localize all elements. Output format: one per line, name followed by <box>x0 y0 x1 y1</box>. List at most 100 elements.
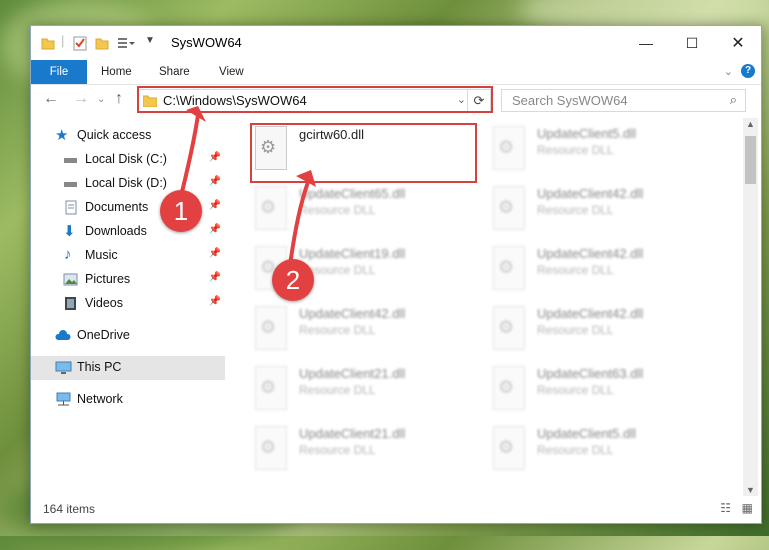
dll-file-icon: ⚙ <box>493 246 525 290</box>
sidebar-item-quick-access[interactable]: ★ Quick access <box>31 124 225 148</box>
tab-share[interactable]: Share <box>159 60 190 84</box>
file-name: UpdateClient21.dll <box>299 366 406 381</box>
tab-file[interactable]: File <box>31 60 87 84</box>
help-icon[interactable]: ? <box>741 64 755 78</box>
pin-icon[interactable]: 📌 <box>209 152 221 163</box>
sidebar-item-pictures[interactable]: Pictures 📌 <box>31 268 225 292</box>
music-icon: ♪ <box>64 246 72 263</box>
scroll-up-icon[interactable]: ▲ <box>746 119 755 129</box>
large-icons-view-icon[interactable]: ▦ <box>742 501 753 515</box>
gear-icon: ⚙ <box>260 197 277 217</box>
file-item[interactable]: ⚙ UpdateClient65.dll Resource DLL <box>251 182 479 238</box>
file-name: UpdateClient63.dll <box>537 366 644 381</box>
sidebar-item-label: Downloads <box>85 224 147 238</box>
file-item[interactable]: ⚙ UpdateClient42.dll Resource DLL <box>251 302 479 358</box>
file-item[interactable]: ⚙ UpdateClient42.dll Resource DLL <box>489 242 717 298</box>
sidebar-item-music[interactable]: ♪ Music 📌 <box>31 244 225 268</box>
navigation-pane: ★ Quick access Local Disk (C:) 📌 Local D… <box>31 118 231 496</box>
sidebar-item-local-disk-c[interactable]: Local Disk (C:) 📌 <box>31 148 225 172</box>
file-item[interactable]: ⚙ UpdateClient63.dll Resource DLL <box>489 362 717 418</box>
dll-file-icon: ⚙ <box>255 306 287 350</box>
gear-icon: ⚙ <box>498 377 515 397</box>
sidebar-item-this-pc[interactable]: This PC <box>31 356 225 380</box>
callout-1: 1 <box>160 190 202 232</box>
search-box[interactable]: Search SysWOW64 ⌕ <box>501 89 746 112</box>
customize-toolbar-icon[interactable] <box>117 35 135 51</box>
item-count: 164 items <box>43 502 96 516</box>
tab-view[interactable]: View <box>219 60 244 84</box>
file-name: UpdateClient5.dll <box>537 426 637 441</box>
cloud-icon <box>55 330 71 340</box>
file-item[interactable]: ⚙ UpdateClient5.dll Resource DLL <box>489 422 717 478</box>
file-item[interactable]: ⚙ UpdateClient21.dll Resource DLL <box>251 362 479 418</box>
title-bar: | ▼ SysWOW64 — ☐ ✕ <box>31 26 761 60</box>
recent-locations-icon[interactable]: ⌄ <box>97 94 105 105</box>
sidebar-item-label: Documents <box>85 200 149 214</box>
file-type: Resource DLL <box>537 443 614 457</box>
up-button[interactable]: ↑ <box>115 90 123 108</box>
ribbon: File Home Share View ⌄ ? <box>31 60 761 85</box>
dll-file-icon: ⚙ <box>255 186 287 230</box>
file-highlight-box <box>250 123 477 183</box>
forward-button[interactable]: → <box>73 90 89 108</box>
tab-home[interactable]: Home <box>101 60 132 84</box>
file-type: Resource DLL <box>299 383 376 397</box>
search-placeholder: Search SysWOW64 <box>512 93 628 108</box>
dll-file-icon: ⚙ <box>255 426 287 470</box>
sidebar-item-label: Local Disk (C:) <box>85 152 167 166</box>
properties-icon[interactable] <box>73 35 87 51</box>
gear-icon: ⚙ <box>498 197 515 217</box>
file-type: Resource DLL <box>537 143 614 157</box>
gear-icon: ⚙ <box>260 317 277 337</box>
sidebar-item-label: OneDrive <box>77 328 130 342</box>
details-view-icon[interactable]: ☷ <box>720 501 731 515</box>
pin-icon[interactable]: 📌 <box>209 248 221 259</box>
back-button[interactable]: ← <box>43 90 59 108</box>
star-icon: ★ <box>55 127 69 144</box>
pin-icon[interactable]: 📌 <box>209 296 221 307</box>
vertical-scrollbar[interactable]: ▲ ▼ <box>743 118 758 496</box>
sidebar-item-network[interactable]: Network <box>31 388 225 412</box>
gear-icon: ⚙ <box>498 317 515 337</box>
dll-file-icon: ⚙ <box>493 126 525 170</box>
status-bar: 164 items ☷ ▦ <box>31 496 761 523</box>
explorer-window: | ▼ SysWOW64 — ☐ ✕ File Home Share View … <box>30 25 762 524</box>
maximize-button[interactable]: ☐ <box>669 26 715 60</box>
divider: | <box>61 33 65 48</box>
file-item[interactable]: ⚙ UpdateClient42.dll Resource DLL <box>489 302 717 358</box>
pin-icon[interactable]: 📌 <box>209 200 221 211</box>
minimize-button[interactable]: — <box>623 26 669 60</box>
gear-icon: ⚙ <box>260 377 277 397</box>
dll-file-icon: ⚙ <box>493 306 525 350</box>
sidebar-item-onedrive[interactable]: OneDrive <box>31 324 225 348</box>
window-title: SysWOW64 <box>171 35 242 50</box>
sidebar-item-local-disk-d[interactable]: Local Disk (D:) 📌 <box>31 172 225 196</box>
gear-icon: ⚙ <box>498 257 515 277</box>
expand-ribbon-icon[interactable]: ⌄ <box>724 65 733 78</box>
pin-icon[interactable]: 📌 <box>209 272 221 283</box>
new-folder-icon[interactable] <box>95 35 109 51</box>
file-item[interactable]: ⚙ UpdateClient21.dll Resource DLL <box>251 422 479 478</box>
sidebar-item-label: Network <box>77 392 123 406</box>
pin-icon[interactable]: 📌 <box>209 224 221 235</box>
search-icon: ⌕ <box>729 92 737 107</box>
sidebar-item-videos[interactable]: Videos 📌 <box>31 292 225 316</box>
pictures-icon <box>63 273 78 286</box>
drive-icon <box>64 182 77 187</box>
scroll-down-icon[interactable]: ▼ <box>746 485 755 495</box>
file-item[interactable]: ⚙ UpdateClient42.dll Resource DLL <box>489 182 717 238</box>
close-button[interactable]: ✕ <box>715 26 761 60</box>
sidebar-item-label: Music <box>85 248 118 262</box>
pin-icon[interactable]: 📌 <box>209 176 221 187</box>
address-highlight-box <box>137 86 493 113</box>
file-type: Resource DLL <box>537 263 614 277</box>
file-type: Resource DLL <box>299 443 376 457</box>
documents-icon <box>65 200 77 215</box>
sidebar-item-label: This PC <box>77 360 122 374</box>
file-item[interactable]: ⚙ UpdateClient5.dll Resource DLL <box>489 122 717 178</box>
scrollbar-thumb[interactable] <box>745 136 756 184</box>
quick-access-dropdown-icon[interactable]: ▼ <box>145 35 155 51</box>
sidebar-item-label: Local Disk (D:) <box>85 176 167 190</box>
file-name: UpdateClient65.dll <box>299 186 406 201</box>
folder-icon <box>41 38 55 50</box>
